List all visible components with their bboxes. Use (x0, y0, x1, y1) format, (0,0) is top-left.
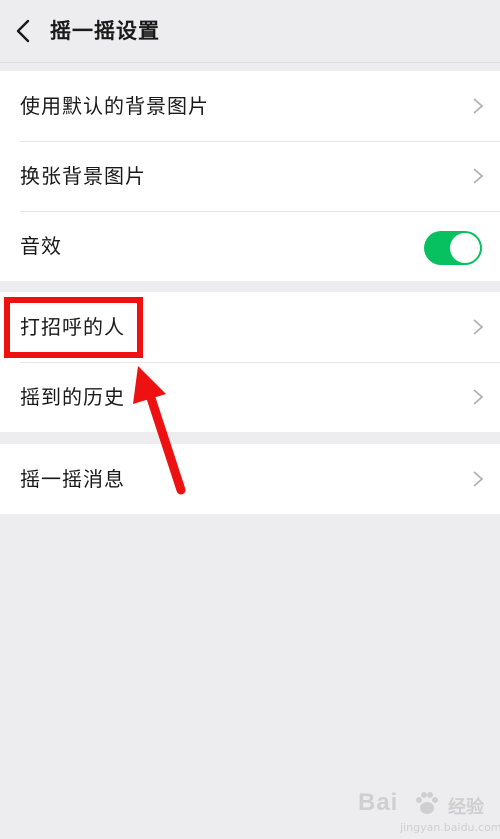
chevron-right-icon (473, 98, 484, 114)
paw-icon (416, 792, 438, 814)
settings-group-messages: 摇一摇消息 (0, 444, 500, 514)
chevron-left-icon[interactable] (12, 17, 38, 45)
row-shake-history[interactable]: 摇到的历史 (0, 362, 500, 432)
chevron-right-icon (473, 471, 484, 487)
watermark-suffix: 经验 (448, 797, 484, 818)
sound-effect-toggle[interactable] (424, 231, 482, 265)
row-shake-messages[interactable]: 摇一摇消息 (0, 444, 500, 514)
chevron-right-icon (473, 168, 484, 184)
row-label: 摇到的历史 (20, 385, 125, 409)
nav-header: 摇一摇设置 (0, 0, 500, 63)
row-label: 摇一摇消息 (20, 467, 125, 491)
row-label: 使用默认的背景图片 (20, 94, 209, 118)
toggle-knob (450, 233, 480, 263)
page-title: 摇一摇设置 (50, 19, 160, 43)
watermark-brand: Bai (358, 789, 399, 816)
row-change-background[interactable]: 换张背景图片 (0, 141, 500, 211)
row-default-background[interactable]: 使用默认的背景图片 (0, 71, 500, 141)
annotation-highlight-box (4, 297, 143, 358)
baidu-jingyan-watermark: Bai 经验 jingyan.baidu.com (352, 783, 500, 839)
row-label: 换张背景图片 (20, 164, 146, 188)
watermark-url: jingyan.baidu.com (400, 821, 500, 834)
settings-group-background: 使用默认的背景图片 换张背景图片 音效 (0, 71, 500, 281)
chevron-right-icon (473, 319, 484, 335)
row-label: 音效 (20, 234, 62, 258)
chevron-right-icon (473, 389, 484, 405)
